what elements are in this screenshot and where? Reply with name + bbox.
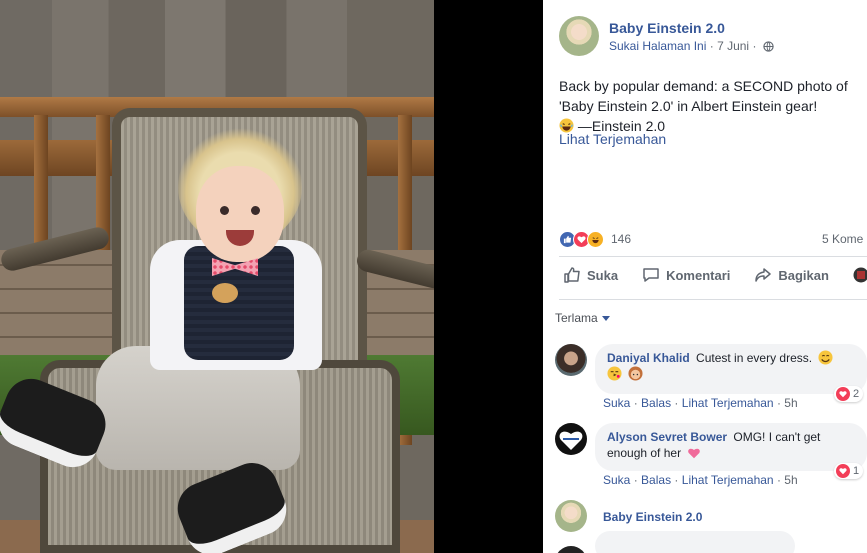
- post-panel: Baby Einstein 2.0 Sukai Halaman Ini · 7 …: [543, 0, 867, 553]
- reaction-summary[interactable]: 146: [559, 230, 631, 248]
- comment-bubble: [595, 531, 795, 553]
- comment-bubble: Daniyal Khalid Cutest in every dress.: [595, 344, 867, 394]
- comment-icon: [643, 268, 659, 282]
- screen: Baby Einstein 2.0 Sukai Halaman Ini · 7 …: [0, 0, 867, 553]
- comment-translate-link[interactable]: Lihat Terjemahan: [682, 473, 774, 487]
- comment-reaction-badge[interactable]: 2: [834, 386, 864, 402]
- commenter-name[interactable]: Daniyal Khalid: [607, 351, 690, 365]
- dot-separator: ·: [674, 473, 679, 487]
- page-avatar[interactable]: [559, 16, 599, 56]
- see-translation-link[interactable]: Lihat Terjemahan: [559, 131, 666, 147]
- heart-emoji-icon: [688, 448, 701, 459]
- dot-separator: ·: [776, 473, 781, 487]
- like-label: Suka: [587, 267, 619, 283]
- cookie: [212, 283, 238, 303]
- meta-separator: ·: [709, 39, 714, 53]
- comment-label: Komentari: [666, 267, 731, 283]
- post-text-line: Back by popular demand: a SECOND photo o…: [559, 78, 848, 94]
- page-name[interactable]: Baby Einstein 2.0: [609, 20, 725, 36]
- commenter-name[interactable]: Baby Einstein 2.0: [603, 510, 702, 524]
- post-meta: Sukai Halaman Ini · 7 Juni ·: [609, 39, 774, 53]
- commenter-avatar[interactable]: [555, 423, 587, 455]
- comment-reaction-count: 2: [853, 388, 860, 400]
- share-label: Bagikan: [778, 267, 829, 283]
- comment-time[interactable]: 5h: [784, 473, 797, 487]
- divider: [559, 256, 867, 257]
- dot-separator: ·: [776, 396, 781, 410]
- haha-reaction-icon: [587, 230, 604, 248]
- smile-emoji-icon: [818, 350, 833, 365]
- caret-down-icon: [601, 315, 610, 321]
- comment-time[interactable]: 5h: [784, 396, 797, 410]
- sort-label: Terlama: [555, 311, 598, 325]
- comment-translate-link[interactable]: Lihat Terjemahan: [682, 396, 774, 410]
- commenter-avatar[interactable]: [555, 344, 587, 376]
- eye: [220, 206, 229, 215]
- dot-separator: ·: [633, 396, 638, 410]
- commenter-name[interactable]: Alyson Sevret Bower: [607, 430, 727, 444]
- comment-text: Cutest in every dress.: [696, 351, 813, 365]
- profile-picker-icon: [853, 267, 867, 283]
- comment-actions: Suka · Balas · Lihat Terjemahan · 5h: [603, 473, 798, 487]
- comment-sort-dropdown[interactable]: Terlama: [555, 311, 610, 325]
- baby-vest: [184, 246, 294, 360]
- post-actions: Suka Komentari Bagikan: [563, 266, 867, 284]
- commenter-avatar[interactable]: [555, 500, 587, 532]
- comment-like-link[interactable]: Suka: [603, 396, 630, 410]
- comment-like-link[interactable]: Suka: [603, 473, 630, 487]
- dot-separator: ·: [633, 473, 638, 487]
- divider: [559, 299, 867, 300]
- reaction-avatar-button[interactable]: [853, 266, 867, 284]
- kiss-emoji-icon: [607, 366, 622, 381]
- girl-emoji-icon: [628, 366, 643, 381]
- dot-separator: ·: [674, 396, 679, 410]
- comment-count[interactable]: 5 Kome: [822, 232, 863, 246]
- comment-bubble: Alyson Sevret Bower OMG! I can't get eno…: [595, 423, 867, 471]
- commenter-avatar[interactable]: [555, 546, 587, 553]
- comment-text: OMG! I can't get: [733, 430, 821, 444]
- comment-actions: Suka · Balas · Lihat Terjemahan · 5h: [603, 396, 798, 410]
- heart-icon: [836, 387, 850, 401]
- eye: [251, 206, 260, 215]
- mouth: [226, 230, 254, 246]
- globe-icon[interactable]: [763, 41, 774, 53]
- comment-button[interactable]: Komentari: [642, 266, 730, 284]
- baby-face: [196, 166, 284, 262]
- post-photo[interactable]: [0, 0, 434, 553]
- post-text-line: 'Baby Einstein 2.0' in Albert Einstein g…: [559, 98, 818, 114]
- share-icon: [755, 268, 772, 282]
- comment-reply-link[interactable]: Balas: [641, 396, 671, 410]
- reaction-count: 146: [611, 232, 632, 246]
- post-date[interactable]: 7 Juni: [717, 39, 749, 53]
- heart-icon: [836, 464, 850, 478]
- comment-text: enough of her: [607, 446, 682, 460]
- like-page-link[interactable]: Sukai Halaman Ini: [609, 39, 706, 53]
- like-icon: [564, 267, 580, 283]
- heart-badge-avatar-icon: [559, 431, 583, 450]
- comment-reply-link[interactable]: Balas: [641, 473, 671, 487]
- meta-separator: ·: [752, 39, 757, 53]
- like-button[interactable]: Suka: [563, 266, 618, 284]
- comment-reaction-count: 1: [853, 465, 860, 477]
- share-button[interactable]: Bagikan: [754, 266, 829, 284]
- comment-reaction-badge[interactable]: 1: [834, 463, 864, 479]
- post-text: Back by popular demand: a SECOND photo o…: [559, 76, 859, 136]
